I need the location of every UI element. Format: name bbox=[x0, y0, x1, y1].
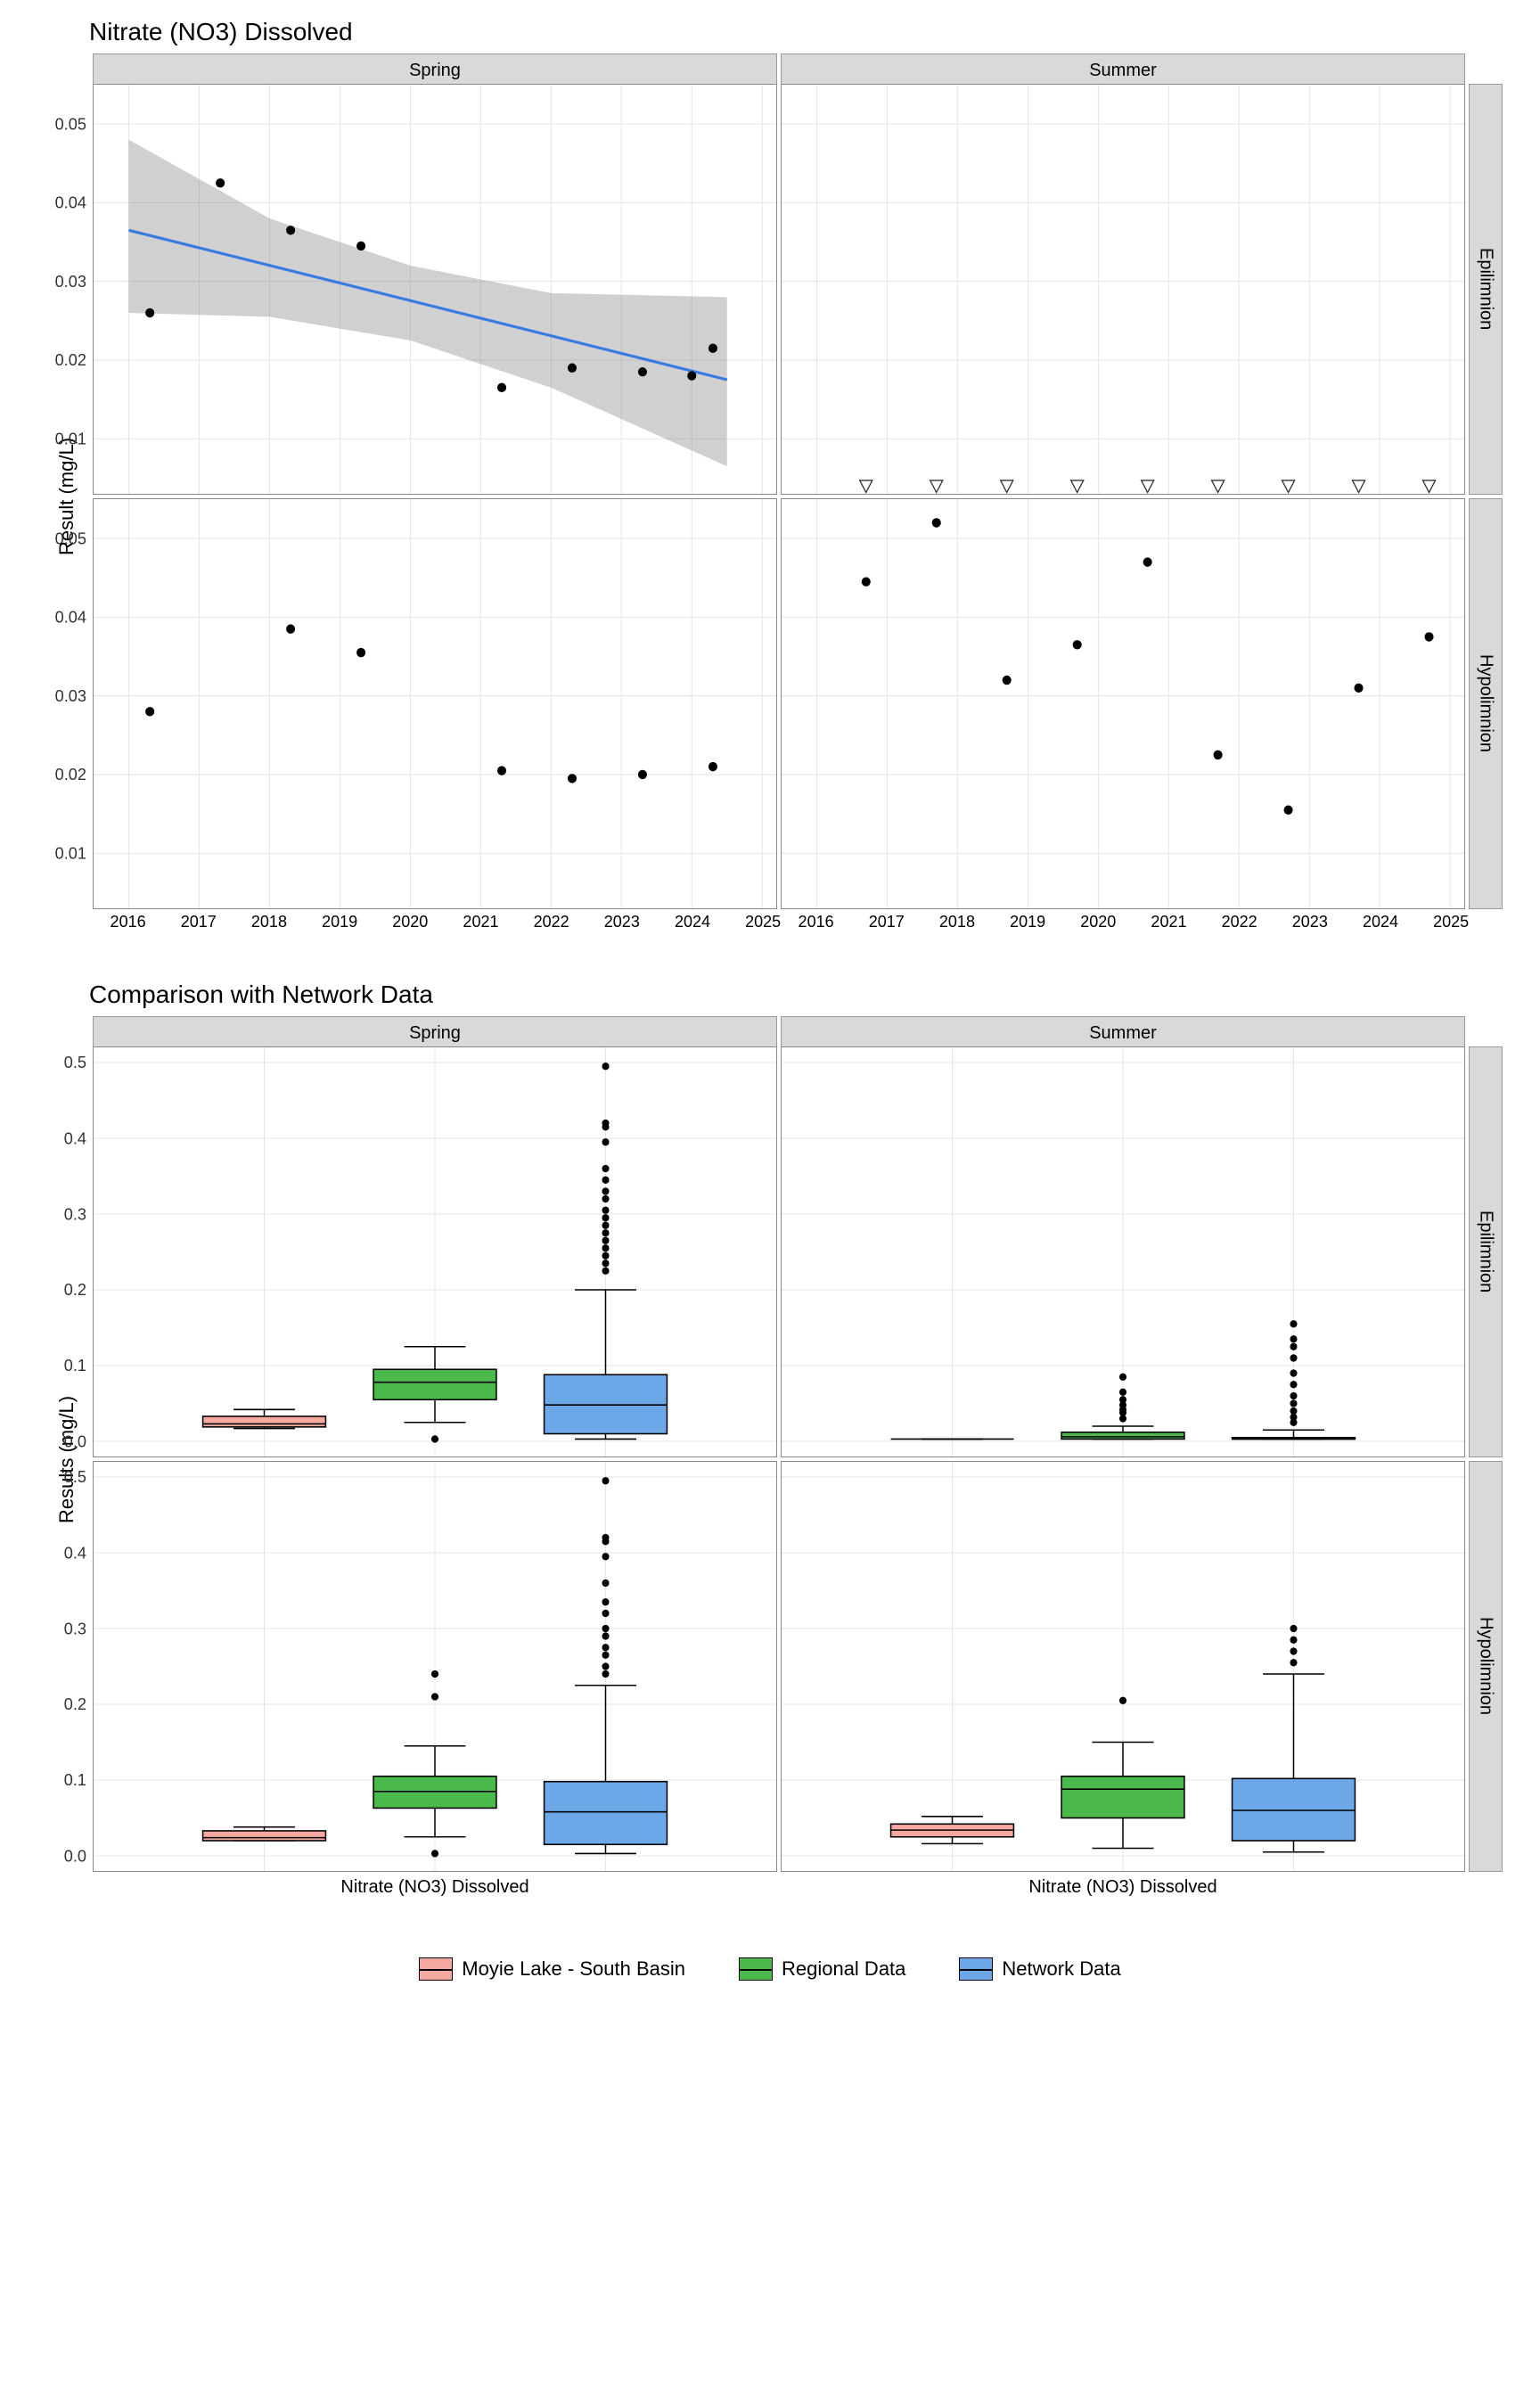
svg-text:0.05: 0.05 bbox=[55, 114, 86, 133]
box-strip-summer: Summer bbox=[781, 1016, 1465, 1050]
box-xlab-right: Nitrate (NO3) Dissolved bbox=[781, 1872, 1465, 1913]
panel-spring-hypo: 0.010.020.030.040.05 bbox=[93, 498, 777, 909]
strip-spring: Spring bbox=[93, 53, 777, 87]
legend-item-network: Network Data bbox=[959, 1957, 1120, 1981]
legend-item-regional: Regional Data bbox=[739, 1957, 905, 1981]
box-strip-hypo: Hypolimnion bbox=[1469, 1461, 1503, 1872]
scatter-x-axis-right: 2016201720182019202020212022202320242025 bbox=[781, 909, 1465, 945]
svg-text:0.5: 0.5 bbox=[64, 1053, 86, 1071]
panel-summer-epi bbox=[781, 84, 1465, 495]
svg-text:0.4: 0.4 bbox=[64, 1543, 86, 1562]
legend-label-regional: Regional Data bbox=[782, 1957, 905, 1981]
svg-text:0.3: 0.3 bbox=[64, 1619, 86, 1637]
svg-text:0.3: 0.3 bbox=[64, 1204, 86, 1223]
scatter-chart-section: Nitrate (NO3) Dissolved Spring Summer Re… bbox=[18, 18, 1522, 945]
strip-epi: Epilimnion bbox=[1469, 84, 1503, 495]
svg-text:0.01: 0.01 bbox=[55, 429, 86, 447]
svg-text:0.04: 0.04 bbox=[55, 607, 86, 626]
scatter-x-axis-row: 2016201720182019202020212022202320242025… bbox=[45, 909, 1495, 945]
svg-text:0.0: 0.0 bbox=[64, 1432, 86, 1450]
scatter-x-axis-left: 2016201720182019202020212022202320242025 bbox=[93, 909, 777, 945]
svg-text:0.03: 0.03 bbox=[55, 272, 86, 291]
box-xlab-left: Nitrate (NO3) Dissolved bbox=[93, 1872, 777, 1913]
strip-summer: Summer bbox=[781, 53, 1465, 87]
box-panel-summer-epi bbox=[781, 1046, 1465, 1457]
panel-spring-epi: 0.010.020.030.040.05 bbox=[93, 84, 777, 495]
scatter-facet-grid: Spring Summer Result (mg/L) 0.010.020.03… bbox=[45, 53, 1495, 909]
svg-text:0.2: 0.2 bbox=[64, 1694, 86, 1713]
svg-text:0.02: 0.02 bbox=[55, 765, 86, 784]
svg-text:0.03: 0.03 bbox=[55, 686, 86, 705]
box-ylab: Results (mg/L) bbox=[45, 1046, 89, 1872]
legend-label-network: Network Data bbox=[1002, 1957, 1120, 1981]
legend-swatch-network bbox=[959, 1957, 993, 1981]
svg-text:0.04: 0.04 bbox=[55, 193, 86, 211]
legend-swatch-moyie bbox=[419, 1957, 453, 1981]
panel-summer-hypo bbox=[781, 498, 1465, 909]
strip-hypo: Hypolimnion bbox=[1469, 498, 1503, 909]
box-strip-epi: Epilimnion bbox=[1469, 1046, 1503, 1457]
box-panel-summer-hypo bbox=[781, 1461, 1465, 1872]
svg-text:0.05: 0.05 bbox=[55, 529, 86, 547]
svg-text:0.02: 0.02 bbox=[55, 350, 86, 369]
svg-text:0.1: 0.1 bbox=[64, 1770, 86, 1789]
boxplot-section: Comparison with Network Data Spring Summ… bbox=[18, 981, 1522, 1913]
svg-text:0.1: 0.1 bbox=[64, 1356, 86, 1374]
box-panel-spring-epi: 0.00.10.20.30.40.5 bbox=[93, 1046, 777, 1457]
svg-text:0.01: 0.01 bbox=[55, 843, 86, 862]
box-panel-spring-hypo: 0.00.10.20.30.40.5 bbox=[93, 1461, 777, 1872]
legend-item-moyie: Moyie Lake - South Basin bbox=[419, 1957, 685, 1981]
box-title: Comparison with Network Data bbox=[89, 981, 1522, 1009]
legend: Moyie Lake - South Basin Regional Data N… bbox=[18, 1957, 1522, 1981]
box-x-axis-row: Nitrate (NO3) Dissolved Nitrate (NO3) Di… bbox=[45, 1872, 1495, 1913]
legend-label-moyie: Moyie Lake - South Basin bbox=[462, 1957, 685, 1981]
legend-swatch-regional bbox=[739, 1957, 773, 1981]
box-facet-grid: Spring Summer Results (mg/L) 0.00.10.20.… bbox=[45, 1016, 1495, 1872]
svg-text:0.4: 0.4 bbox=[64, 1128, 86, 1147]
box-strip-spring: Spring bbox=[93, 1016, 777, 1050]
svg-text:0.2: 0.2 bbox=[64, 1280, 86, 1299]
svg-text:0.0: 0.0 bbox=[64, 1846, 86, 1865]
svg-text:0.5: 0.5 bbox=[64, 1467, 86, 1486]
scatter-title: Nitrate (NO3) Dissolved bbox=[89, 18, 1522, 46]
